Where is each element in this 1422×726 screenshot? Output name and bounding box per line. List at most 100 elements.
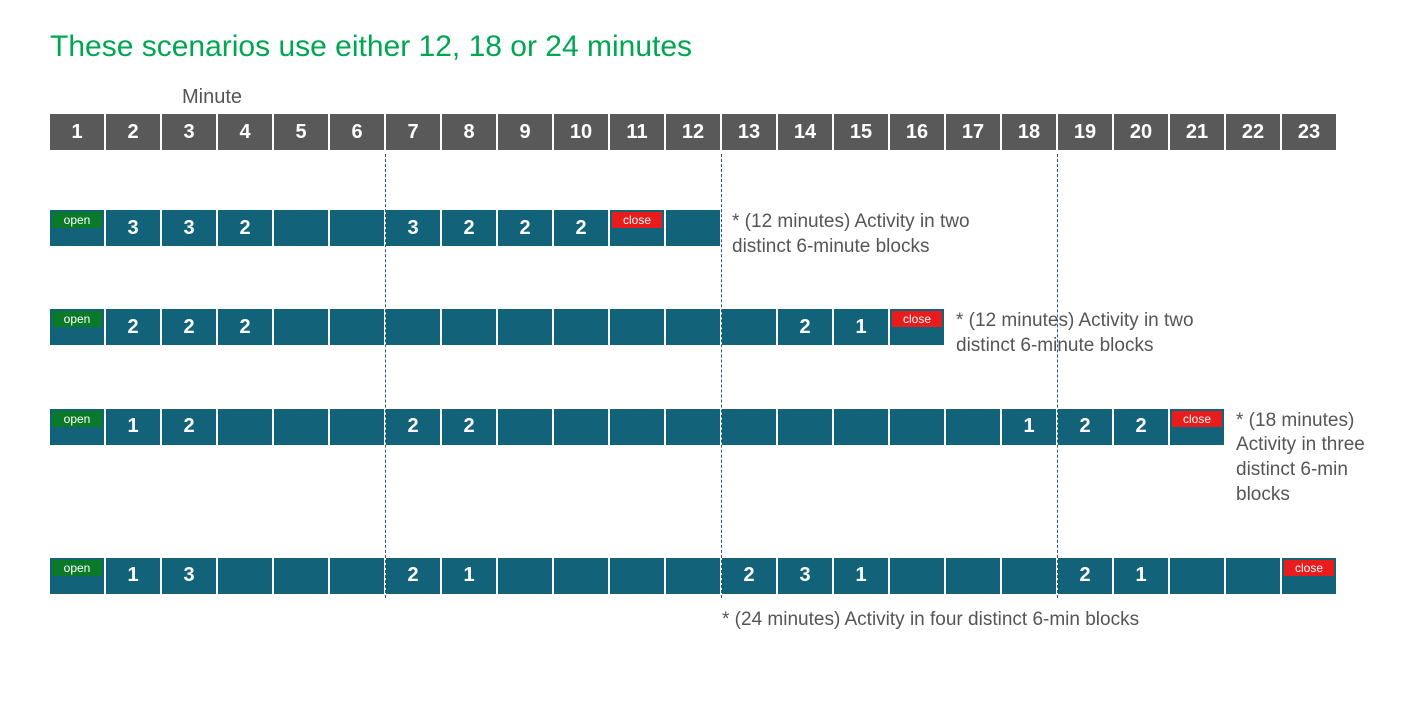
minute-header-cell: 9: [498, 114, 552, 150]
activity-cell: [330, 558, 384, 594]
page-title: These scenarios use either 12, 18 or 24 …: [50, 30, 1372, 64]
activity-cell: [946, 409, 1000, 445]
activity-cell: 3: [162, 210, 216, 246]
minute-header-cell: 6: [330, 114, 384, 150]
activity-value: 1: [1023, 415, 1034, 438]
row-4-track: open132123121close: [50, 558, 1336, 594]
activity-cell: [834, 409, 888, 445]
activity-value: 2: [463, 217, 474, 240]
minute-header-cell: 16: [890, 114, 944, 150]
activity-cell: [442, 309, 496, 345]
row-4: open132123121close: [50, 558, 1372, 594]
close-badge: close: [612, 212, 662, 228]
open-badge: open: [52, 212, 102, 228]
activity-cell: [1226, 558, 1280, 594]
activity-cell: 2: [106, 309, 160, 345]
minute-header-cell: 1: [50, 114, 104, 150]
activity-value: 2: [1079, 415, 1090, 438]
minute-header-cell: 7: [386, 114, 440, 150]
minute-header-cell: 3: [162, 114, 216, 150]
row-1-track: open3323222close: [50, 210, 720, 246]
row-2: open22221close* (12 minutes) Activity in…: [50, 309, 1372, 358]
activity-cell: 3: [162, 558, 216, 594]
activity-cell: 2: [1114, 409, 1168, 445]
activity-cell: [666, 558, 720, 594]
activity-cell: close: [1282, 558, 1336, 594]
activity-cell: [1002, 558, 1056, 594]
row-3-note: * (18 minutes) Activity in three distinc…: [1236, 409, 1372, 508]
scenario-rows: open3323222close* (12 minutes) Activity …: [50, 210, 1372, 594]
activity-cell: 3: [778, 558, 832, 594]
activity-cell: 1: [834, 558, 888, 594]
activity-cell: [274, 210, 328, 246]
minute-header-cell: 5: [274, 114, 328, 150]
activity-cell: [666, 210, 720, 246]
activity-cell: open: [50, 558, 104, 594]
activity-cell: open: [50, 309, 104, 345]
activity-cell: 2: [386, 558, 440, 594]
minute-header-cell: 20: [1114, 114, 1168, 150]
activity-cell: 1: [442, 558, 496, 594]
minute-header-cell: 21: [1170, 114, 1224, 150]
activity-value: 3: [183, 564, 194, 587]
activity-value: 2: [407, 415, 418, 438]
activity-cell: [274, 309, 328, 345]
minute-header-row: 1234567891011121314151617181920212223: [50, 114, 1372, 150]
open-badge: open: [52, 311, 102, 327]
activity-cell: [722, 309, 776, 345]
activity-cell: open: [50, 210, 104, 246]
activity-cell: [610, 558, 664, 594]
activity-value: 1: [855, 316, 866, 339]
minute-header-cell: 10: [554, 114, 608, 150]
activity-cell: [722, 409, 776, 445]
activity-value: 1: [1135, 564, 1146, 587]
activity-cell: 2: [722, 558, 776, 594]
activity-cell: [274, 409, 328, 445]
activity-value: 3: [407, 217, 418, 240]
minute-header-cell: 11: [610, 114, 664, 150]
close-badge: close: [1172, 411, 1222, 427]
diagram-stage: Minute 123456789101112131415161718192021…: [50, 114, 1372, 632]
row-2-note: * (12 minutes) Activity in two distinct …: [956, 309, 1216, 358]
activity-cell: [666, 409, 720, 445]
activity-value: 2: [127, 316, 138, 339]
activity-cell: open: [50, 409, 104, 445]
row-3-track: open1222122close: [50, 409, 1224, 445]
row-3: open1222122close* (18 minutes) Activity …: [50, 409, 1372, 508]
activity-cell: [946, 558, 1000, 594]
activity-cell: [218, 409, 272, 445]
activity-cell: 2: [386, 409, 440, 445]
activity-cell: 2: [498, 210, 552, 246]
minute-header-cell: 13: [722, 114, 776, 150]
close-badge: close: [892, 311, 942, 327]
activity-cell: close: [1170, 409, 1224, 445]
activity-cell: [386, 309, 440, 345]
activity-cell: 2: [218, 309, 272, 345]
activity-value: 2: [183, 415, 194, 438]
activity-cell: [778, 409, 832, 445]
activity-value: 2: [183, 316, 194, 339]
axis-label: Minute: [182, 86, 242, 109]
activity-cell: close: [610, 210, 664, 246]
activity-value: 2: [1079, 564, 1090, 587]
activity-cell: 3: [106, 210, 160, 246]
activity-cell: [890, 558, 944, 594]
activity-cell: [218, 558, 272, 594]
activity-cell: [610, 309, 664, 345]
activity-value: 1: [463, 564, 474, 587]
minute-header-cell: 17: [946, 114, 1000, 150]
open-badge: open: [52, 411, 102, 427]
minute-header-cell: 19: [1058, 114, 1112, 150]
activity-cell: [498, 558, 552, 594]
activity-cell: [330, 309, 384, 345]
activity-cell: [330, 210, 384, 246]
activity-cell: 1: [834, 309, 888, 345]
minute-header-cell: 8: [442, 114, 496, 150]
row-1: open3323222close* (12 minutes) Activity …: [50, 210, 1372, 259]
activity-cell: [610, 409, 664, 445]
activity-cell: [554, 309, 608, 345]
activity-cell: 1: [106, 558, 160, 594]
minute-header-cell: 12: [666, 114, 720, 150]
activity-value: 2: [519, 217, 530, 240]
row4-note: * (24 minutes) Activity in four distinct…: [722, 608, 1142, 633]
